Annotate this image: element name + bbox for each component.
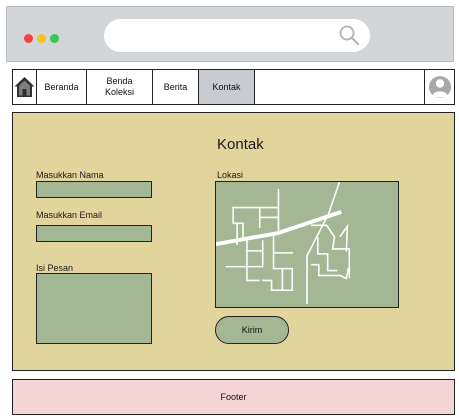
nav-item-label: Kontak: [212, 81, 241, 92]
nav-item-kontak[interactable]: Kontak: [199, 70, 255, 104]
address-bar[interactable]: [104, 19, 370, 52]
name-label: Masukkan Nama: [36, 170, 104, 180]
name-input[interactable]: [36, 181, 152, 198]
nav-item-beranda[interactable]: Beranda: [37, 70, 87, 104]
browser-toolbar: [6, 6, 454, 62]
location-label: Lokasi: [217, 170, 244, 180]
window-close-dot[interactable]: [24, 34, 33, 43]
nav-item-label: Beranda: [44, 81, 79, 92]
window-minimize-dot[interactable]: [37, 34, 46, 43]
email-label: Masukkan Email: [36, 210, 103, 220]
map-illustration: [216, 182, 351, 304]
main-navigation: Beranda Benda Koleksi Berita Kontak: [12, 69, 455, 105]
profile-button[interactable]: [424, 70, 454, 104]
nav-item-benda-koleksi[interactable]: Benda Koleksi: [87, 70, 153, 104]
user-avatar-icon: [429, 76, 451, 98]
footer: Footer: [12, 379, 455, 415]
message-textarea[interactable]: [36, 273, 152, 344]
contact-section: Kontak Masukkan Nama Masukkan Email Isi …: [12, 112, 455, 371]
send-button[interactable]: Kirim: [215, 316, 289, 344]
footer-text: Footer: [220, 392, 247, 402]
search-icon[interactable]: [338, 24, 360, 46]
window-maximize-dot[interactable]: [50, 34, 59, 43]
page-title: Kontak: [217, 136, 264, 153]
home-button[interactable]: [13, 70, 37, 104]
nav-item-berita[interactable]: Berita: [153, 70, 199, 104]
email-input[interactable]: [36, 225, 152, 242]
message-label: Isi Pesan: [36, 263, 74, 273]
home-icon: [14, 77, 35, 97]
nav-item-label: Berita: [163, 81, 188, 92]
nav-item-label: Benda Koleksi: [104, 76, 134, 97]
location-map[interactable]: [215, 181, 399, 308]
